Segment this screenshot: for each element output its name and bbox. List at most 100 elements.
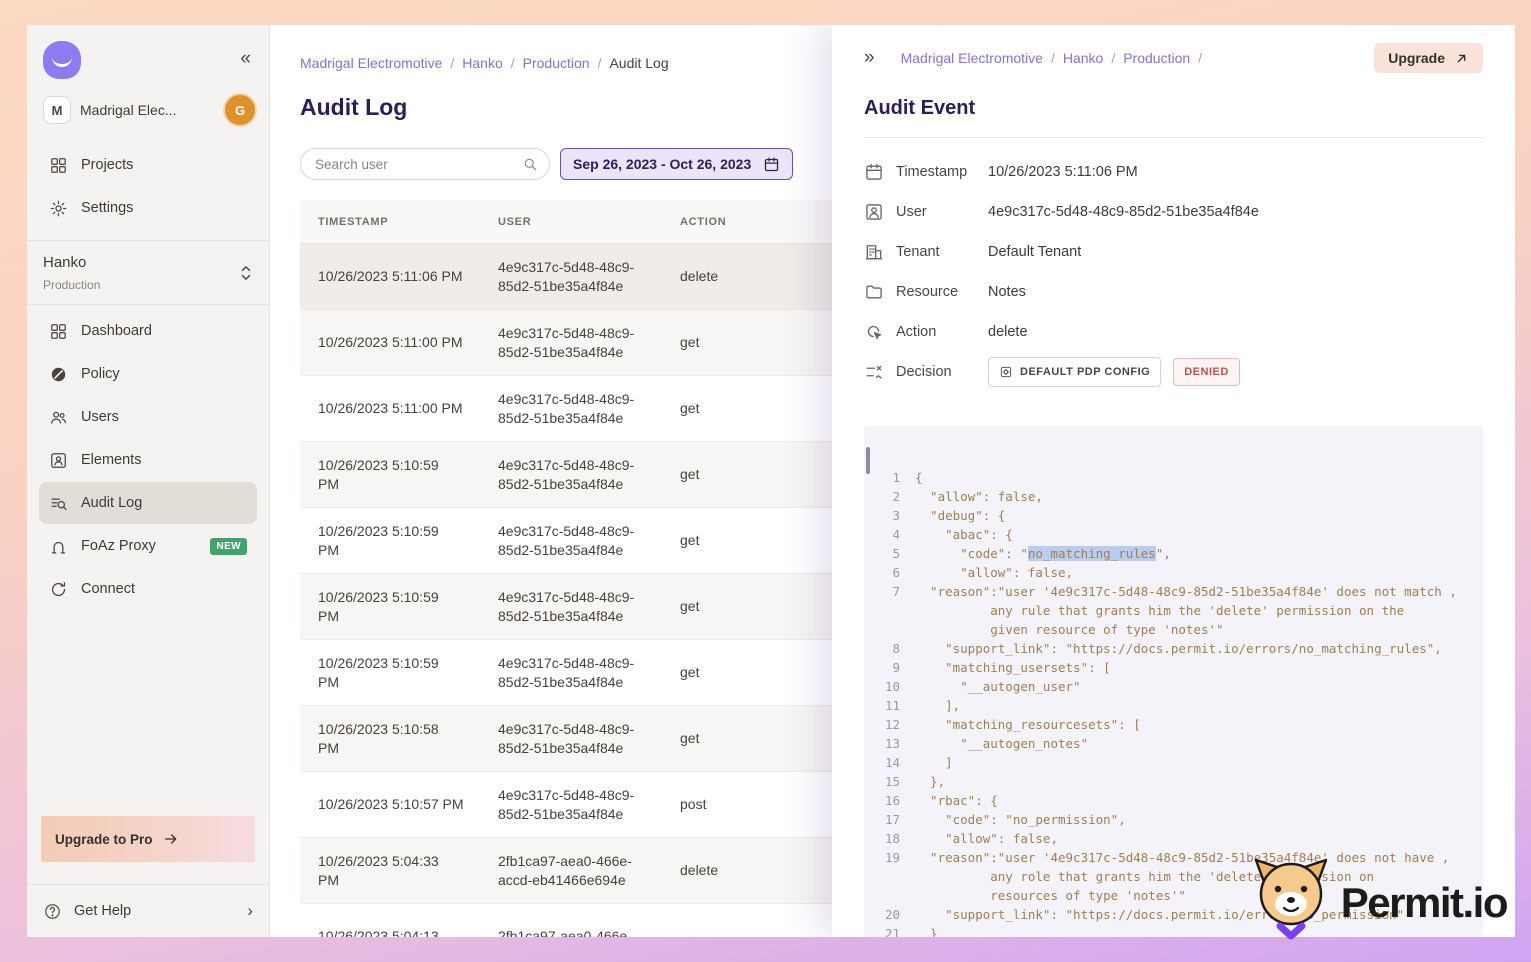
cell-timestamp: 10/26/2023 5:10:59 PM <box>300 456 480 494</box>
cell-user: 2fb1ca97-aea0-466e- accd-eb41466e694e <box>480 852 662 890</box>
field-label: Resource <box>896 284 988 300</box>
workspace-switcher[interactable]: M Madrigal Elec... G <box>27 85 269 139</box>
audit-icon <box>49 494 68 513</box>
cell-timestamp: 10/26/2023 5:11:00 PM <box>300 399 480 418</box>
line-number: 8 <box>872 639 900 658</box>
divider <box>864 137 1483 138</box>
proxy-icon <box>49 537 68 556</box>
get-help-label: Get Help <box>74 903 131 919</box>
line-number: 19 <box>872 848 900 867</box>
sidebar-item-label: Audit Log <box>81 495 247 511</box>
cell-timestamp: 10/26/2023 5:11:06 PM <box>300 267 480 286</box>
code-line: 11 ], <box>872 696 1473 715</box>
code-text: "reason":"user '4e9c317c-5d48-48c9-85d2-… <box>915 584 1457 599</box>
breadcrumb-separator: / <box>450 55 454 71</box>
line-number: 14 <box>872 753 900 772</box>
line-number: 4 <box>872 525 900 544</box>
date-range-value: Sep 26, 2023 - Oct 26, 2023 <box>573 156 751 172</box>
column-header-user[interactable]: USER <box>480 216 662 228</box>
sidebar-item-users[interactable]: Users <box>39 396 257 438</box>
environment-selector[interactable]: Hanko Production <box>27 240 269 305</box>
upgrade-button[interactable]: Upgrade <box>1374 43 1483 73</box>
sidebar-item-settings[interactable]: Settings <box>39 187 257 229</box>
breadcrumb-item[interactable]: Madrigal Electromotive <box>300 55 442 71</box>
date-range-picker[interactable]: Sep 26, 2023 - Oct 26, 2023 <box>560 148 793 180</box>
cell-timestamp: 10/26/2023 5:04:13 <box>300 927 480 937</box>
cell-user: 2fb1ca97-aea0-466e- <box>480 927 662 937</box>
sidebar-menu: Dashboard Policy Users Elements Audit Log FoA… <box>27 305 269 615</box>
scrollbar-thumb[interactable] <box>866 447 870 474</box>
cell-user: 4e9c317c-5d48-48c9- 85d2-51be35a4f84e <box>480 786 662 824</box>
code-text: "abac": { <box>915 527 1013 542</box>
sidebar-item-projects[interactable]: Projects <box>39 144 257 186</box>
sidebar-item-audit-log[interactable]: Audit Log <box>39 482 257 524</box>
get-help-button[interactable]: Get Help › <box>27 884 269 937</box>
code-text: "allow": false, <box>915 565 1073 580</box>
field-value: 10/26/2023 5:11:06 PM <box>988 164 1138 180</box>
code-line: given resource of type 'notes'" <box>872 620 1473 639</box>
audit-event-drawer: » Madrigal Electromotive / Hanko / Productio… <box>832 25 1515 937</box>
drawer-collapse-icon[interactable]: » <box>864 47 873 69</box>
sidebar-item-foaz-proxy[interactable]: FoAz ProxyNEW <box>39 525 257 567</box>
drawer-breadcrumb: Madrigal Electromotive/Hanko/Production/ <box>901 50 1375 66</box>
sidebar-item-label: Settings <box>81 200 247 216</box>
breadcrumb-item[interactable]: Production <box>1123 50 1190 66</box>
breadcrumb-item[interactable]: Production <box>523 55 590 71</box>
search-input[interactable] <box>300 148 550 180</box>
code-line: 10 "__autogen_user" <box>872 677 1473 696</box>
sidebar-item-label: FoAz Proxy <box>81 538 197 554</box>
code-line: 3 "debug": { <box>872 506 1473 525</box>
column-header-timestamp[interactable]: TIMESTAMP <box>300 216 480 228</box>
upgrade-to-pro-button[interactable]: Upgrade to Pro <box>41 816 255 862</box>
line-number: 12 <box>872 715 900 734</box>
avatar[interactable]: G <box>225 95 255 125</box>
field-action: Actiondelete <box>864 312 1483 352</box>
sidebar-item-elements[interactable]: Elements <box>39 439 257 481</box>
field-label: User <box>896 204 988 220</box>
sidebar-item-label: Users <box>81 409 247 425</box>
cell-timestamp: 10/26/2023 5:04:33 PM <box>300 852 480 890</box>
code-line: 1{ <box>872 468 1473 487</box>
app-window: « M Madrigal Elec... G ProjectsSettings … <box>27 25 1515 937</box>
sidebar-item-policy[interactable]: Policy <box>39 353 257 395</box>
sidebar-item-label: Policy <box>81 366 247 382</box>
breadcrumb-item[interactable]: Hanko <box>462 55 502 71</box>
decision-badges: DEFAULT PDP CONFIGDENIED <box>988 357 1240 387</box>
code-text: "allow": false, <box>915 831 1058 846</box>
elements-icon <box>49 451 68 470</box>
code-line: 16 "rbac": { <box>872 791 1473 810</box>
sidebar-item-dashboard[interactable]: Dashboard <box>39 310 257 352</box>
sidebar-item-label: Projects <box>81 157 247 173</box>
line-number: 9 <box>872 658 900 677</box>
chevron-updown-icon[interactable] <box>239 262 253 284</box>
line-number: 13 <box>872 734 900 753</box>
cell-user: 4e9c317c-5d48-48c9- 85d2-51be35a4f84e <box>480 258 662 296</box>
field-value: delete <box>988 324 1028 340</box>
field-label: Tenant <box>896 244 988 260</box>
shiba-mascot-icon <box>1249 855 1333 950</box>
project-name: Hanko <box>43 254 253 271</box>
sidebar-collapse-icon[interactable]: « <box>240 41 251 68</box>
breadcrumb-item[interactable]: Audit Log <box>609 55 668 71</box>
line-number: 7 <box>872 582 900 601</box>
code-text: "support_link": "https://docs.permit.io/… <box>915 641 1442 656</box>
code-line: 5 "code": "no_matching_rules", <box>872 544 1473 563</box>
badge-default-pdp-config[interactable]: DEFAULT PDP CONFIG <box>988 357 1161 387</box>
sidebar-item-connect[interactable]: Connect <box>39 568 257 610</box>
breadcrumb-separator: / <box>1198 50 1202 66</box>
field-label: Decision <box>896 364 988 380</box>
code-text: "debug": { <box>915 508 1005 523</box>
breadcrumb-separator: / <box>1051 50 1055 66</box>
search-field <box>300 148 550 180</box>
code-text: }, <box>915 774 945 789</box>
code-text: ] <box>915 755 953 770</box>
workspace-initial: M <box>43 96 71 124</box>
breadcrumb-item[interactable]: Hanko <box>1063 50 1103 66</box>
breadcrumb-item[interactable]: Madrigal Electromotive <box>901 50 1043 66</box>
code-line: any rule that grants him the 'delete' pe… <box>872 601 1473 620</box>
field-value: Notes <box>988 284 1026 300</box>
cell-user: 4e9c317c-5d48-48c9- 85d2-51be35a4f84e <box>480 324 662 362</box>
code-text: "code": "no_matching_rules", <box>915 546 1171 561</box>
line-number: 2 <box>872 487 900 506</box>
line-number: 3 <box>872 506 900 525</box>
